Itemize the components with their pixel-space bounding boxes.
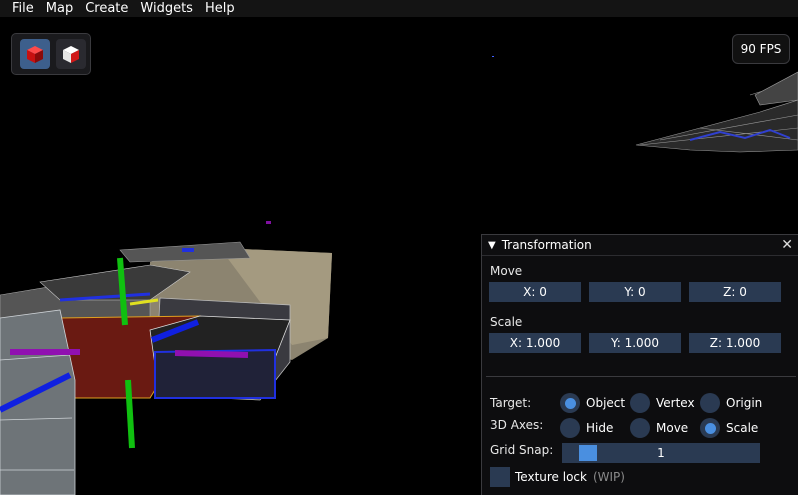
axes-scale-radio[interactable]: Scale xyxy=(700,418,758,438)
scale-x-field[interactable]: X: 1.000 xyxy=(489,333,581,353)
menu-create[interactable]: Create xyxy=(79,0,134,17)
menu-widgets[interactable]: Widgets xyxy=(134,0,199,17)
fps-counter: 90 FPS xyxy=(732,34,790,64)
scale-label: Scale xyxy=(490,315,523,329)
radio-selected-icon xyxy=(700,418,720,438)
grid-snap-label: Grid Snap: xyxy=(490,443,554,457)
texture-lock-checkbox[interactable] xyxy=(490,467,510,487)
target-label: Target: xyxy=(490,396,532,410)
target-vertex-radio[interactable]: Vertex xyxy=(630,393,695,413)
menu-help[interactable]: Help xyxy=(199,0,241,17)
radio-icon xyxy=(700,393,720,413)
scale-z-field[interactable]: Z: 1.000 xyxy=(689,333,781,353)
radio-selected-icon xyxy=(560,393,580,413)
move-label: Move xyxy=(490,264,523,278)
axes-move-radio[interactable]: Move xyxy=(630,418,688,438)
close-icon[interactable]: ✕ xyxy=(781,237,793,253)
wire-cube-tool-button[interactable] xyxy=(56,39,86,69)
panel-title: Transformation xyxy=(501,238,592,252)
transformation-panel: ▼ Transformation ✕ Move X: 0 Y: 0 Z: 0 S… xyxy=(481,234,798,495)
distant-wireframe-object xyxy=(635,71,798,153)
menu-file[interactable]: File xyxy=(0,0,40,17)
target-object-radio[interactable]: Object xyxy=(560,393,625,413)
solid-cube-tool-button[interactable] xyxy=(20,39,50,69)
move-y-field[interactable]: Y: 0 xyxy=(589,282,681,302)
radio-icon xyxy=(630,393,650,413)
texture-lock-note: (WIP) xyxy=(592,470,625,484)
axes-label: 3D Axes: xyxy=(490,418,544,432)
grid-snap-slider[interactable]: 1 xyxy=(562,443,760,463)
target-origin-radio[interactable]: Origin xyxy=(700,393,762,413)
texture-lock-label: Texture lock (WIP) xyxy=(515,470,625,484)
menu-map[interactable]: Map xyxy=(40,0,79,17)
panel-titlebar[interactable]: ▼ Transformation xyxy=(482,235,798,256)
grid-snap-value: 1 xyxy=(657,446,665,460)
menu-bar: File Map Create Widgets Help xyxy=(0,0,798,17)
wire-cube-icon xyxy=(63,46,79,63)
axes-hide-radio[interactable]: Hide xyxy=(560,418,613,438)
scale-y-field[interactable]: Y: 1.000 xyxy=(589,333,681,353)
move-x-field[interactable]: X: 0 xyxy=(489,282,581,302)
divider xyxy=(486,376,796,377)
solid-cube-icon xyxy=(27,46,43,63)
collapse-arrow-icon[interactable]: ▼ xyxy=(488,240,496,251)
mode-toolbar xyxy=(11,33,91,75)
radio-icon xyxy=(560,418,580,438)
radio-icon xyxy=(630,418,650,438)
move-z-field[interactable]: Z: 0 xyxy=(689,282,781,302)
level-geometry xyxy=(0,241,332,495)
